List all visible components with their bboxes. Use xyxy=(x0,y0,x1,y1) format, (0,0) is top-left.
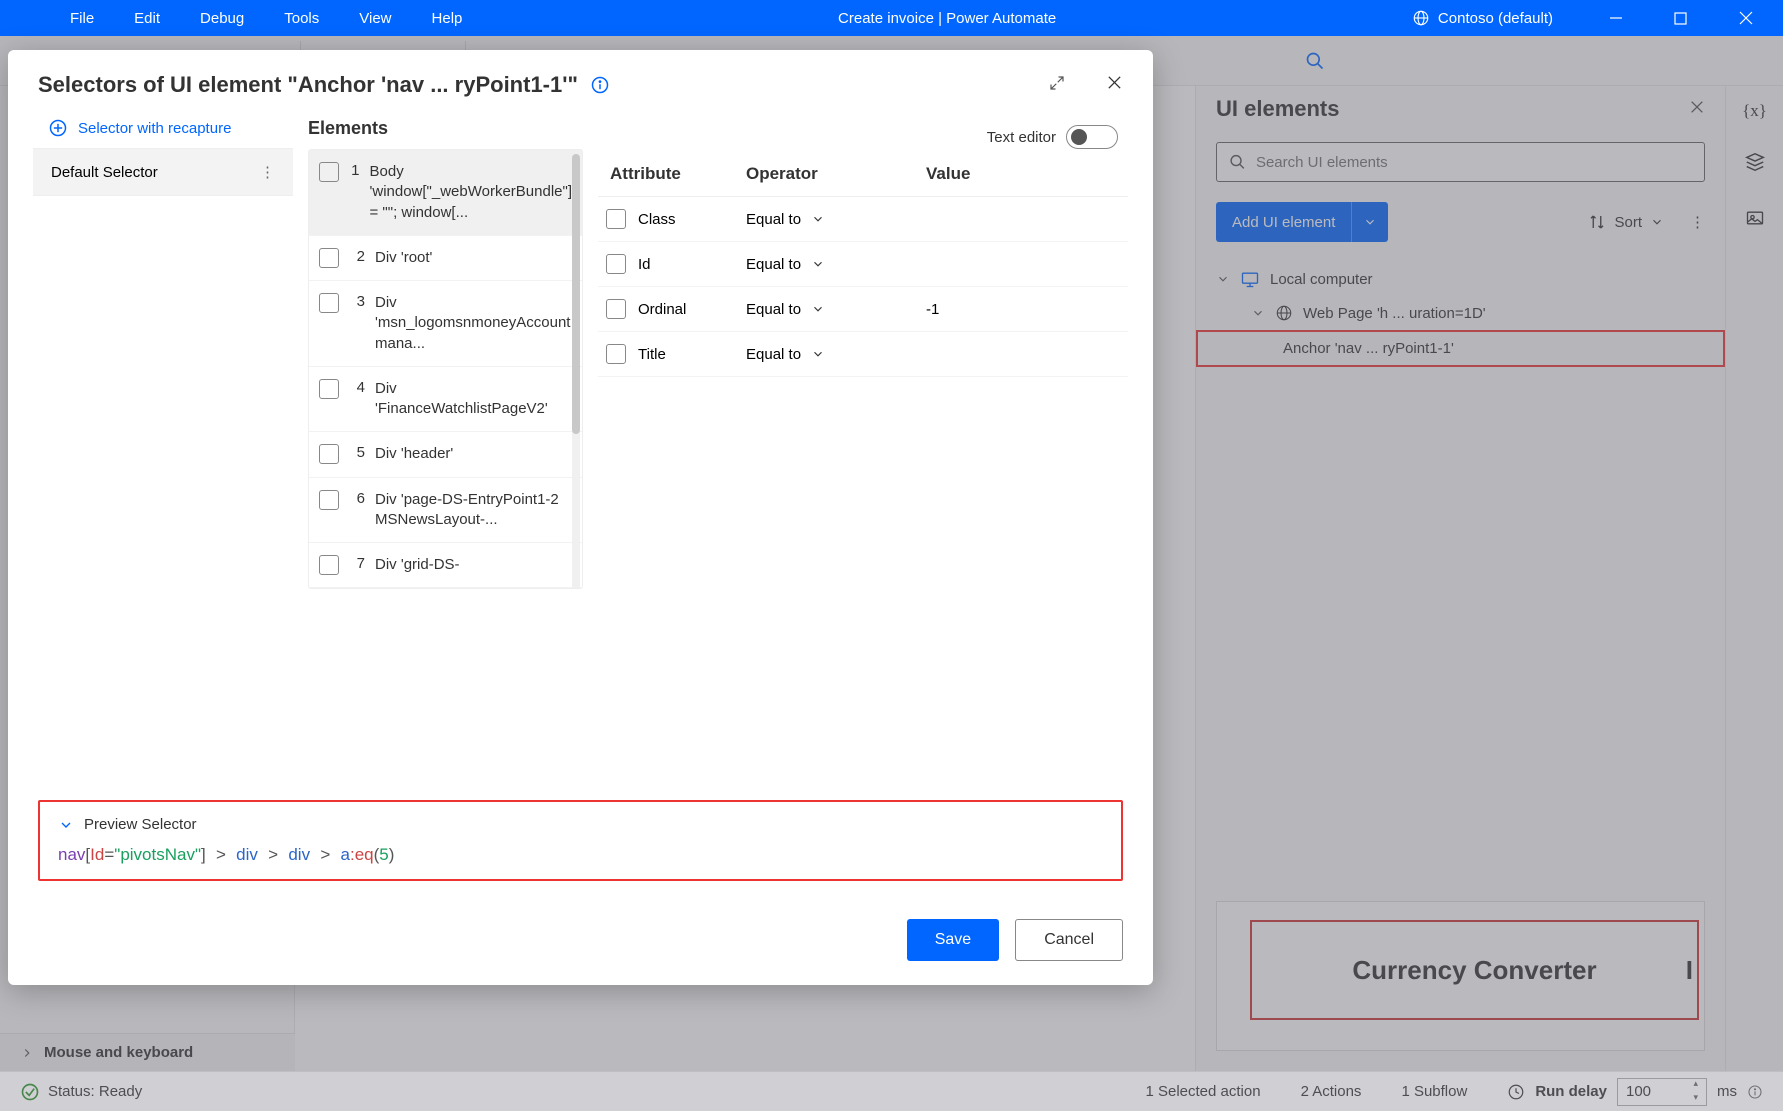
element-index: 2 xyxy=(349,248,365,265)
plus-circle-icon xyxy=(48,118,68,138)
checkbox[interactable] xyxy=(319,162,339,182)
attribute-row[interactable]: Class Equal to xyxy=(598,197,1128,242)
info-icon[interactable] xyxy=(590,75,610,95)
text-editor-label: Text editor xyxy=(987,129,1056,146)
tenant-selector[interactable]: Contoso (default) xyxy=(1412,9,1553,27)
element-index: 3 xyxy=(349,293,365,310)
toggle-switch[interactable] xyxy=(1066,125,1118,149)
window-title: Create invoice | Power Automate xyxy=(482,10,1412,27)
attr-name: Ordinal xyxy=(638,301,686,318)
element-index: 7 xyxy=(349,555,365,572)
default-selector-label: Default Selector xyxy=(51,164,158,181)
minimize-button[interactable] xyxy=(1593,0,1638,36)
attr-name: Id xyxy=(638,256,651,273)
default-selector-row[interactable]: Default Selector ⋮ xyxy=(33,149,293,196)
menu-help[interactable]: Help xyxy=(412,2,483,35)
checkbox[interactable] xyxy=(319,379,339,399)
save-button[interactable]: Save xyxy=(907,919,999,961)
element-row[interactable]: 5 Div 'header' xyxy=(309,432,582,477)
preview-selector-label: Preview Selector xyxy=(84,816,197,833)
preview-selector-text: nav[Id="pivotsNav"] > div > div > a:eq(5… xyxy=(58,845,1103,865)
element-row[interactable]: 4 Div 'FinanceWatchlistPageV2' xyxy=(309,367,582,433)
element-label: Div 'header' xyxy=(375,444,572,464)
menu-file[interactable]: File xyxy=(50,2,114,35)
attr-value[interactable]: -1 xyxy=(926,301,1120,318)
menu-edit[interactable]: Edit xyxy=(114,2,180,35)
close-button[interactable] xyxy=(1723,0,1768,36)
element-row[interactable]: 1 Body 'window["_webWorkerBundle"] = "";… xyxy=(309,150,582,236)
element-row[interactable]: 2 Div 'root' xyxy=(309,236,582,281)
element-label: Div 'root' xyxy=(375,248,572,268)
environment-icon xyxy=(1412,9,1430,27)
operator-value[interactable]: Equal to xyxy=(746,346,801,363)
checkbox[interactable] xyxy=(319,293,339,313)
expand-icon[interactable] xyxy=(1048,74,1066,97)
tenant-label: Contoso (default) xyxy=(1438,10,1553,27)
attribute-table: Attribute Operator Value Class Equal to … xyxy=(598,152,1128,377)
element-label: Div 'page-DS-EntryPoint1-2 MSNewsLayout-… xyxy=(375,490,572,531)
operator-value[interactable]: Equal to xyxy=(746,256,801,273)
preview-selector-section: Preview Selector nav[Id="pivotsNav"] > d… xyxy=(38,800,1123,881)
chevron-down-icon xyxy=(58,817,74,833)
checkbox[interactable] xyxy=(319,555,339,575)
maximize-button[interactable] xyxy=(1658,0,1703,36)
element-row[interactable]: 7 Div 'grid-DS- xyxy=(309,543,582,588)
dialog-title: Selectors of UI element "Anchor 'nav ...… xyxy=(38,72,578,98)
checkbox[interactable] xyxy=(319,248,339,268)
elements-heading: Elements xyxy=(308,118,388,139)
checkbox[interactable] xyxy=(606,254,626,274)
checkbox[interactable] xyxy=(606,209,626,229)
element-row[interactable]: 6 Div 'page-DS-EntryPoint1-2 MSNewsLayou… xyxy=(309,478,582,544)
attribute-row[interactable]: Ordinal Equal to -1 xyxy=(598,287,1128,332)
operator-value[interactable]: Equal to xyxy=(746,211,801,228)
element-label: Body 'window["_webWorkerBundle"] = ""; w… xyxy=(370,162,573,223)
element-label: Div 'msn_logomsnmoneyAccount mana... xyxy=(375,293,572,354)
selector-builder-dialog: Selectors of UI element "Anchor 'nav ...… xyxy=(8,50,1153,985)
attr-name: Class xyxy=(638,211,676,228)
attribute-row[interactable]: Id Equal to xyxy=(598,242,1128,287)
checkbox[interactable] xyxy=(319,490,339,510)
chevron-down-icon[interactable] xyxy=(811,347,825,361)
close-icon[interactable] xyxy=(1106,74,1123,97)
chevron-down-icon[interactable] xyxy=(811,302,825,316)
element-index: 6 xyxy=(349,490,365,507)
menu-bar: File Edit Debug Tools View Help xyxy=(50,2,482,35)
element-index: 5 xyxy=(349,444,365,461)
titlebar: File Edit Debug Tools View Help Create i… xyxy=(0,0,1783,36)
cancel-button[interactable]: Cancel xyxy=(1015,919,1123,961)
col-header-operator: Operator xyxy=(746,164,926,184)
menu-debug[interactable]: Debug xyxy=(180,2,264,35)
chevron-down-icon[interactable] xyxy=(811,212,825,226)
scrollbar[interactable] xyxy=(572,152,580,589)
selector-with-recapture[interactable]: Selector with recapture xyxy=(33,108,293,149)
chevron-down-icon[interactable] xyxy=(811,257,825,271)
recapture-label: Selector with recapture xyxy=(78,120,231,137)
operator-value[interactable]: Equal to xyxy=(746,301,801,318)
checkbox[interactable] xyxy=(606,344,626,364)
elements-list: 1 Body 'window["_webWorkerBundle"] = "";… xyxy=(308,149,583,589)
element-row[interactable]: 3 Div 'msn_logomsnmoneyAccount mana... xyxy=(309,281,582,367)
attribute-row[interactable]: Title Equal to xyxy=(598,332,1128,377)
preview-selector-toggle[interactable]: Preview Selector xyxy=(58,816,1103,833)
checkbox[interactable] xyxy=(606,299,626,319)
attr-name: Title xyxy=(638,346,666,363)
text-editor-toggle[interactable]: Text editor xyxy=(987,125,1118,149)
element-label: Div 'FinanceWatchlistPageV2' xyxy=(375,379,572,420)
menu-view[interactable]: View xyxy=(339,2,411,35)
col-header-value: Value xyxy=(926,164,1120,184)
checkbox[interactable] xyxy=(319,444,339,464)
col-header-attribute: Attribute xyxy=(606,164,746,184)
element-index: 4 xyxy=(349,379,365,396)
menu-tools[interactable]: Tools xyxy=(264,2,339,35)
more-icon[interactable]: ⋮ xyxy=(260,163,275,181)
element-index: 1 xyxy=(349,162,360,179)
element-label: Div 'grid-DS- xyxy=(375,555,572,575)
